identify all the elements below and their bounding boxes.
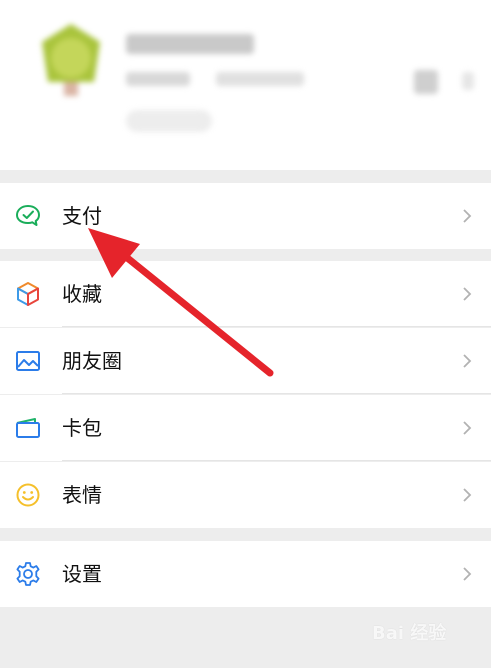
- row-divider: [62, 393, 491, 394]
- menu-label-settings: 设置: [62, 562, 102, 586]
- status-button-blurred[interactable]: [126, 110, 212, 132]
- favorites-cube-icon: [17, 282, 39, 306]
- chevron-right-icon: [463, 209, 472, 223]
- baidu-jingyan-watermark: Bai 经验: [372, 623, 447, 644]
- chevron-right-icon: [463, 567, 472, 581]
- menu-item-moments[interactable]: 朋友圈: [0, 328, 491, 394]
- chevron-right-icon: [463, 354, 472, 368]
- menu-item-favorites[interactable]: 收藏: [0, 261, 491, 327]
- profile-header[interactable]: [0, 0, 491, 170]
- menu-item-pay[interactable]: 支付: [0, 183, 491, 249]
- menu-item-settings[interactable]: 设置: [0, 541, 491, 607]
- menu-label-stickers: 表情: [62, 483, 102, 507]
- profile-name-blurred: [126, 34, 254, 54]
- menu-label-moments: 朋友圈: [62, 349, 122, 373]
- profile-id-blurred: [126, 72, 190, 86]
- avatar[interactable]: [36, 20, 106, 100]
- smiley-icon: [16, 483, 40, 507]
- moments-image-icon: [16, 351, 40, 371]
- qr-code-icon[interactable]: [414, 70, 438, 94]
- chevron-right-icon: [463, 421, 472, 435]
- wechat-pay-icon: [16, 205, 40, 226]
- menu-item-cards[interactable]: 卡包: [0, 395, 491, 461]
- chevron-right-icon: [463, 488, 472, 502]
- menu-label-pay: 支付: [62, 204, 102, 228]
- profile-chevron-icon[interactable]: [462, 72, 474, 90]
- gear-icon: [16, 562, 40, 586]
- menu-label-favorites: 收藏: [62, 282, 102, 306]
- menu-label-cards: 卡包: [62, 416, 102, 440]
- row-divider: [62, 460, 491, 461]
- row-divider: [62, 326, 491, 327]
- profile-id-value-blurred: [216, 72, 304, 86]
- card-wallet-icon: [16, 418, 40, 438]
- chevron-right-icon: [463, 287, 472, 301]
- menu-item-stickers[interactable]: 表情: [0, 462, 491, 528]
